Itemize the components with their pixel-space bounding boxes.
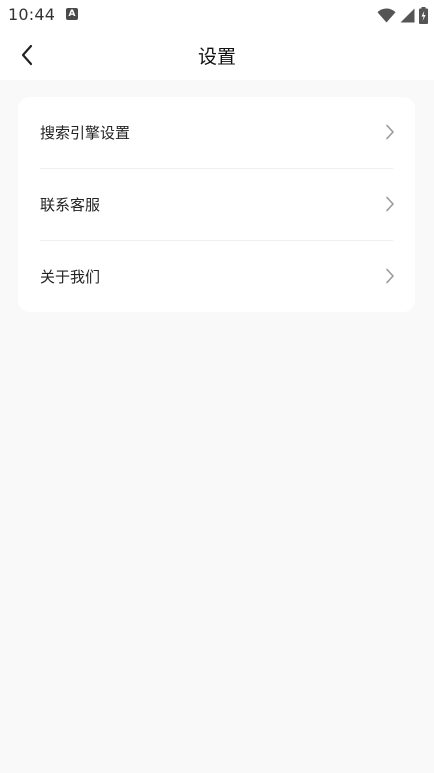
settings-item-label: 关于我们 [40, 268, 101, 286]
settings-item-about-us[interactable]: 关于我们 [18, 241, 415, 313]
page-title: 设置 [197, 46, 236, 68]
chevron-right-icon [386, 268, 394, 284]
chevron-right-icon [386, 124, 394, 140]
signal-icon [400, 8, 415, 22]
settings-item-search-engine[interactable]: 搜索引擎设置 [18, 97, 415, 169]
chevron-right-icon [386, 196, 394, 212]
status-icons [377, 6, 428, 24]
settings-item-label: 联系客服 [40, 196, 101, 214]
settings-item-label: 搜索引擎设置 [40, 124, 131, 142]
a-icon: A [66, 8, 78, 20]
battery-icon [419, 6, 428, 24]
top-bar: 设置 [0, 30, 434, 80]
status-bar: 10:44 A [0, 0, 434, 30]
wifi-icon [377, 7, 396, 22]
settings-item-contact-service[interactable]: 联系客服 [18, 169, 415, 241]
status-time: 10:44 [8, 5, 56, 24]
settings-card: 搜索引擎设置 联系客服 关于我们 [18, 97, 415, 312]
